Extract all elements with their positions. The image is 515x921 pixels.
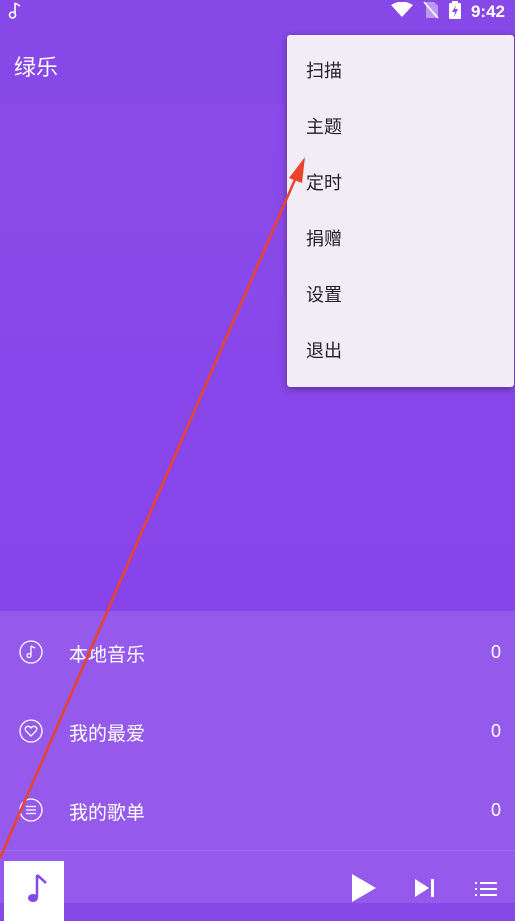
menu-item-donate[interactable]: 捐赠 — [287, 212, 514, 268]
list-item-count: 0 — [490, 721, 501, 741]
music-disc-icon — [19, 640, 43, 664]
list-item-favorites[interactable]: 我的最爱 0 — [0, 692, 515, 771]
list-item-count: 0 — [490, 800, 501, 820]
list-item-label: 我的最爱 — [69, 723, 146, 745]
list-item-label: 我的歌单 — [69, 802, 146, 824]
playlist-icon — [19, 798, 43, 822]
album-art-icon[interactable] — [4, 861, 64, 921]
status-bar: 9:42 — [0, 0, 515, 24]
status-time: 9:42 — [470, 2, 505, 21]
battery-charging-icon — [448, 1, 461, 23]
app-title: 绿乐 — [14, 56, 59, 81]
music-note-icon — [8, 2, 22, 24]
menu-item-scan[interactable]: 扫描 — [287, 44, 514, 100]
list-item-playlists[interactable]: 我的歌单 0 — [0, 771, 515, 850]
menu-item-timer[interactable]: 定时 — [287, 156, 514, 212]
list-item-label: 本地音乐 — [69, 644, 146, 666]
wifi-icon — [390, 1, 413, 22]
list-item-local-music[interactable]: 本地音乐 0 — [0, 613, 515, 692]
menu-item-theme[interactable]: 主题 — [287, 100, 514, 156]
overflow-menu: 扫描 主题 定时 捐赠 设置 退出 — [287, 35, 514, 387]
list-item-count: 0 — [490, 642, 501, 662]
library-list: 本地音乐 0 我的最爱 0 我的歌单 0 — [0, 611, 515, 850]
no-sim-icon — [423, 1, 439, 23]
menu-item-exit[interactable]: 退出 — [287, 324, 514, 380]
menu-item-settings[interactable]: 设置 — [287, 268, 514, 324]
mini-player — [0, 850, 515, 921]
heart-icon — [19, 719, 43, 743]
